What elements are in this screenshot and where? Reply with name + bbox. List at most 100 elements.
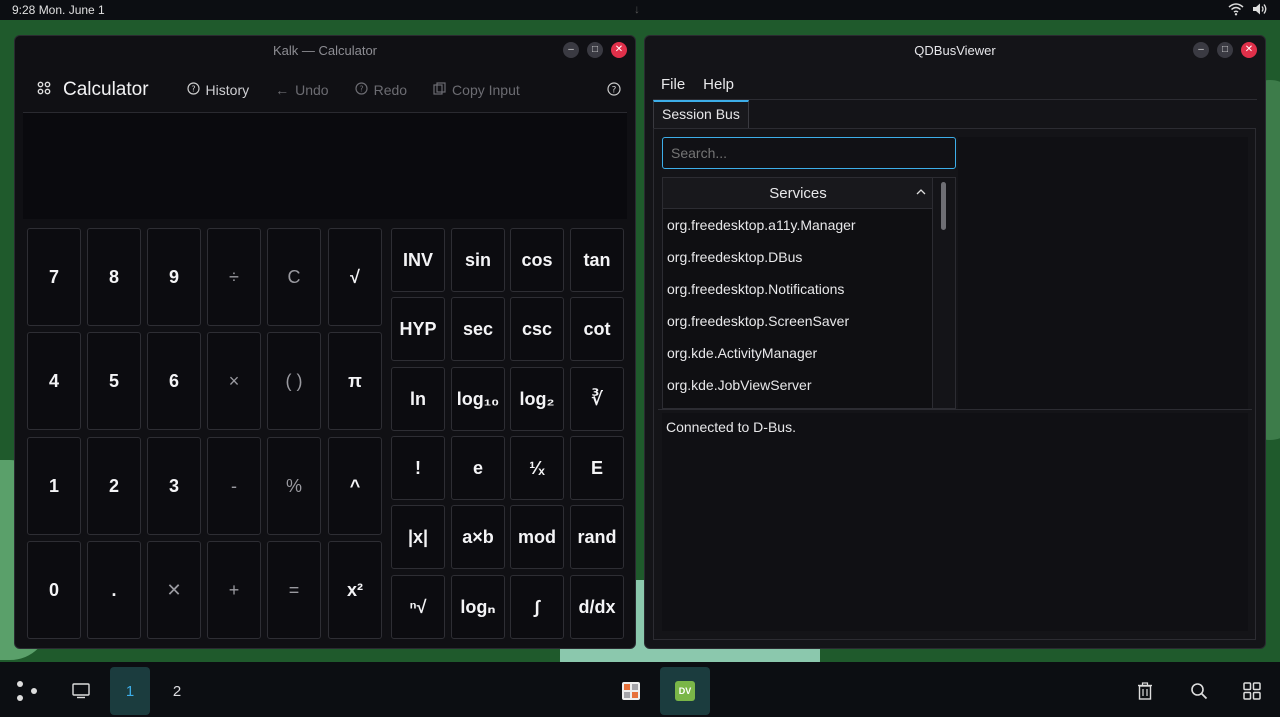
virtual-desktop-2[interactable]: 2 [157,667,197,715]
menu-file[interactable]: File [661,76,685,93]
wifi-icon[interactable] [1228,2,1244,16]
grid-icon [1243,682,1261,700]
pi-button[interactable]: π [328,332,382,430]
interface-tree-pane[interactable] [958,137,1248,409]
page-title: Calculator [37,79,149,101]
cot-button[interactable]: cot [570,297,624,361]
app-launcher-button[interactable] [12,676,42,706]
digit-4-button[interactable]: 4 [27,332,81,430]
close-button[interactable]: ✕ [611,42,627,58]
exponent-button[interactable]: E [570,436,624,500]
list-item[interactable]: org.freedesktop.Notifications [663,273,933,305]
virtual-desktop-1[interactable]: 1 [110,667,150,715]
kalk-titlebar[interactable]: Kalk — Calculator – □ ✕ [15,36,635,64]
panel-arrow-icon[interactable]: ↓ [634,2,640,16]
e-button[interactable]: e [451,436,505,500]
menu-help[interactable]: Help [703,76,734,93]
digit-3-button[interactable]: 3 [147,437,201,535]
maximize-button[interactable]: □ [587,42,603,58]
clear-button[interactable]: C [267,228,321,326]
sqrt-button[interactable]: √ [328,228,382,326]
services-column-header[interactable]: Services [663,178,933,209]
search-input[interactable] [662,137,956,169]
parentheses-button[interactable]: ( ) [267,332,321,430]
square-button[interactable]: x² [328,541,382,639]
derivative-button[interactable]: d/dx [570,575,624,639]
volume-icon[interactable] [1252,2,1268,16]
help-button[interactable]: ? [607,81,621,99]
services-scrollbar[interactable] [932,178,955,408]
trash-icon [1138,682,1152,700]
csc-button[interactable]: csc [510,297,564,361]
backspace-button[interactable]: ✕ [147,541,201,639]
log2-button[interactable]: log₂ [510,367,564,431]
digit-1-button[interactable]: 1 [27,437,81,535]
cube-root-button[interactable]: ∛ [570,367,624,431]
digit-6-button[interactable]: 6 [147,332,201,430]
splitter[interactable] [658,409,1252,410]
rand-button[interactable]: rand [570,505,624,569]
digit-2-button[interactable]: 2 [87,437,141,535]
history-button[interactable]: ? History [186,82,249,98]
kalk-toolbar: Calculator ? History ← Undo ? Redo Copy … [23,68,627,113]
factorial-button[interactable]: ! [391,436,445,500]
cos-button[interactable]: cos [510,228,564,292]
scrollbar-thumb[interactable] [941,182,946,230]
digit-7-button[interactable]: 7 [27,228,81,326]
qdbusviewer-task-button[interactable]: DV [660,667,710,715]
close-button[interactable]: ✕ [1241,42,1257,58]
multiply-button[interactable]: × [207,332,261,430]
qdbus-titlebar[interactable]: QDBusViewer – □ ✕ [645,36,1265,64]
reciprocal-button[interactable]: ¹⁄ₓ [510,436,564,500]
tan-button[interactable]: tan [570,228,624,292]
list-item[interactable]: org.kde.ActivityManager [663,337,933,369]
percent-button[interactable]: % [267,437,321,535]
inv-button[interactable]: INV [391,228,445,292]
sec-button[interactable]: sec [451,297,505,361]
copy-input-button[interactable]: Copy Input [433,82,520,98]
hyp-button[interactable]: HYP [391,297,445,361]
search-button[interactable] [1185,676,1213,706]
trash-button[interactable] [1132,676,1158,706]
list-item[interactable]: org.kde.JobViewServer [663,369,933,401]
log-n-button[interactable]: logₙ [451,575,505,639]
show-desktop-button[interactable] [66,676,96,706]
list-item[interactable]: org.freedesktop.DBus [663,241,933,273]
mod-button[interactable]: mod [510,505,564,569]
list-item[interactable]: org.freedesktop.ScreenSaver [663,305,933,337]
kalk-task-button[interactable] [606,667,656,715]
digit-0-button[interactable]: 0 [27,541,81,639]
decimal-button[interactable]: . [87,541,141,639]
calculator-icon [622,682,640,700]
digit-8-button[interactable]: 8 [87,228,141,326]
list-item[interactable]: org.freedesktop.a11y.Manager [663,209,933,241]
overview-button[interactable] [1238,676,1266,706]
app-grid-icon[interactable] [37,79,51,101]
plus-button[interactable]: + [207,541,261,639]
integral-button[interactable]: ∫ [510,575,564,639]
redo-button[interactable]: ? Redo [354,82,407,98]
digit-5-button[interactable]: 5 [87,332,141,430]
power-button[interactable]: ^ [328,437,382,535]
tab-session-bus[interactable]: Session Bus [653,100,749,128]
clock[interactable]: 9:28 Mon. June 1 [12,3,105,17]
undo-button[interactable]: ← Undo [275,82,328,98]
equals-button[interactable]: = [267,541,321,639]
ln-button[interactable]: ln [391,367,445,431]
minus-button[interactable]: - [207,437,261,535]
calculator-display[interactable] [23,113,627,219]
nth-root-button[interactable]: ⁿ√ [391,575,445,639]
minimize-button[interactable]: – [1193,42,1209,58]
log10-button[interactable]: log₁₀ [451,367,505,431]
svg-text:?: ? [191,85,195,94]
multiply-ab-button[interactable]: a×b [451,505,505,569]
launcher-dots-icon [17,681,37,701]
minimize-button[interactable]: – [563,42,579,58]
divide-button[interactable]: ÷ [207,228,261,326]
digit-9-button[interactable]: 9 [147,228,201,326]
abs-button[interactable]: |x| [391,505,445,569]
sin-button[interactable]: sin [451,228,505,292]
undo-arrow-icon: ← [275,82,290,98]
maximize-button[interactable]: □ [1217,42,1233,58]
qdbusviewer-window: QDBusViewer – □ ✕ File Help Session Bus … [644,35,1266,649]
